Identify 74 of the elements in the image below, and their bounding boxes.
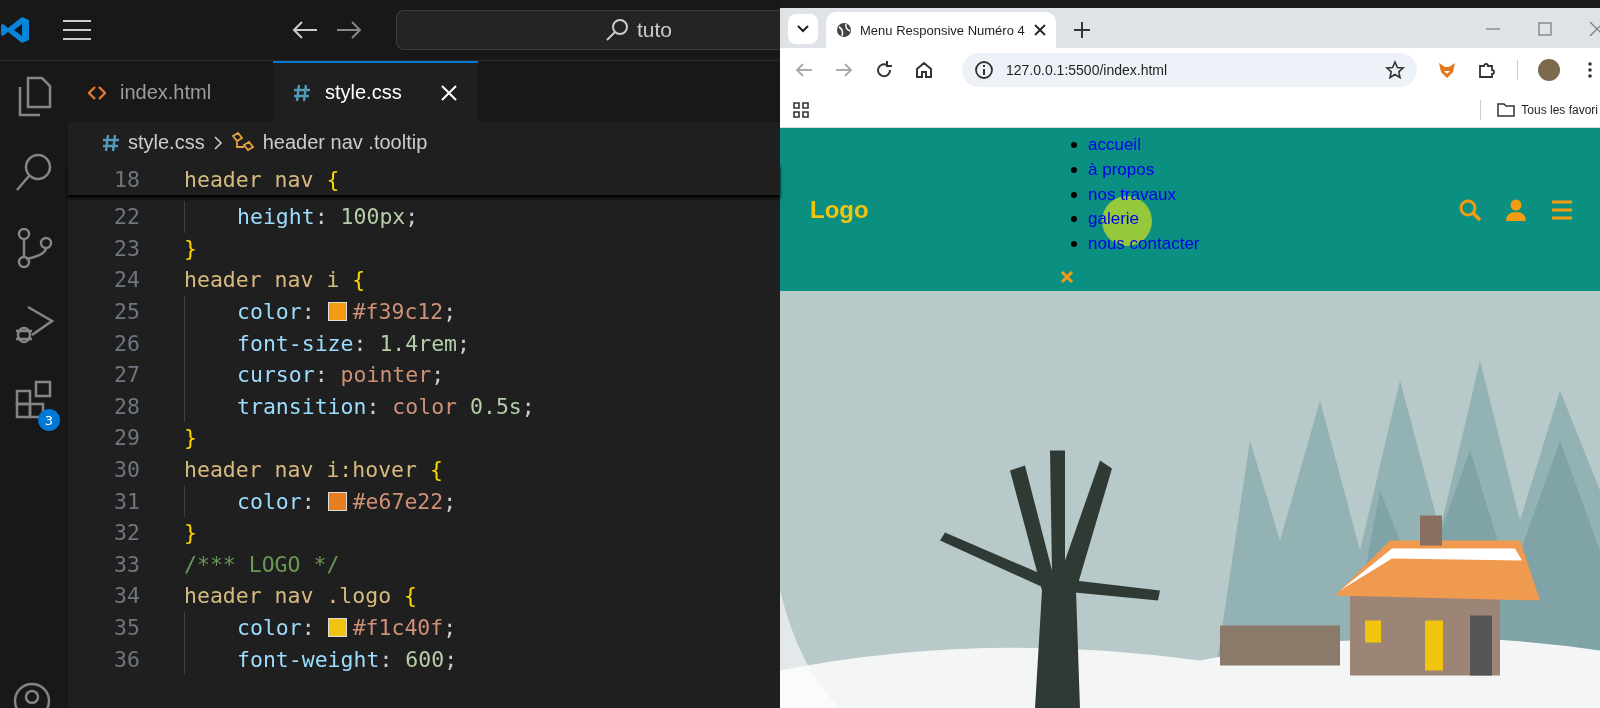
- line-number: 33: [113, 551, 140, 577]
- bullet-icon: [1071, 191, 1077, 198]
- code-line: color: #f39c12;: [237, 299, 457, 325]
- address-bar[interactable]: 127.0.0.1:5500/index.html: [962, 53, 1418, 87]
- home-icon[interactable]: [914, 60, 934, 80]
- breadcrumb-item[interactable]: style.css: [128, 131, 205, 154]
- back-arrow-icon[interactable]: [292, 20, 318, 40]
- code-line: }: [184, 520, 197, 546]
- line-number: 27: [113, 362, 140, 388]
- code-brackets-icon: [88, 84, 106, 101]
- line-number: 35: [113, 615, 140, 640]
- code-line: transition: color 0.5s;: [237, 393, 535, 419]
- line-number: 18: [113, 166, 140, 192]
- code-line: color: #f1c40f;: [237, 615, 457, 640]
- breadcrumb-item[interactable]: header nav .tooltip: [262, 131, 428, 154]
- code-line: cursor: pointer;: [237, 362, 445, 388]
- globe-icon: [836, 22, 852, 38]
- bullet-icon: [1071, 241, 1077, 248]
- line-number: 31: [113, 488, 140, 514]
- color-swatch[interactable]: [327, 491, 347, 511]
- tab-list-button[interactable]: [788, 14, 818, 44]
- code-line: height: 100px;: [237, 204, 419, 230]
- folder-icon: [1497, 101, 1516, 118]
- chevron-icon: [212, 134, 223, 151]
- code-line: header nav {: [184, 166, 340, 192]
- bullet-icon: [1071, 167, 1077, 174]
- search-icon[interactable]: [14, 151, 54, 193]
- editor-tab[interactable]: style.css: [273, 61, 478, 122]
- bullet-icon: [1071, 216, 1077, 223]
- hash-icon: [102, 133, 120, 152]
- code-line: }: [184, 425, 197, 451]
- symbol-icon: [230, 131, 255, 154]
- code-line: header nav .logo {: [184, 583, 417, 609]
- code-line: font-weight: 600;: [237, 646, 458, 672]
- caret-icon: [797, 25, 809, 33]
- puzzle-icon[interactable]: [1477, 60, 1498, 80]
- code-line: color: #e67e22;: [237, 488, 457, 514]
- app-logo-icon[interactable]: [0, 15, 30, 45]
- bookmark-folder[interactable]: Tous les favori: [1497, 101, 1598, 118]
- line-number: 26: [113, 330, 140, 356]
- code-line: header nav i:hover {: [184, 457, 443, 483]
- notification-badge: 3: [38, 409, 60, 431]
- bullet-icon: [1071, 142, 1077, 149]
- search-field[interactable]: tuto: [396, 10, 780, 50]
- line-number: 36: [113, 646, 140, 672]
- line-number: 22: [113, 204, 140, 230]
- profile-avatar[interactable]: [1538, 59, 1560, 81]
- reload-icon[interactable]: [874, 60, 894, 80]
- line-number: 24: [113, 267, 140, 293]
- line-number: 29: [113, 425, 140, 451]
- close-icon[interactable]: [1034, 24, 1046, 36]
- line-number: 25: [113, 299, 140, 325]
- run-debug-icon[interactable]: [14, 303, 54, 345]
- color-swatch[interactable]: [327, 618, 347, 637]
- new-tab-icon[interactable]: [1072, 20, 1092, 40]
- search-icon: [605, 18, 629, 42]
- apps-icon[interactable]: [792, 100, 810, 119]
- star-icon[interactable]: [1385, 60, 1406, 80]
- line-number: 28: [113, 393, 140, 419]
- fox-icon[interactable]: [1437, 60, 1458, 80]
- line-number: 34: [113, 583, 140, 609]
- browser-tab[interactable]: Menu Responsive Numéro 4: [826, 12, 1056, 48]
- info-icon[interactable]: [974, 60, 994, 80]
- line-number: 30: [113, 457, 140, 483]
- code-line: header nav i {: [184, 267, 366, 293]
- hash-icon: [293, 83, 311, 102]
- code-line: }: [184, 235, 197, 261]
- code-line: /*** LOGO */: [184, 551, 340, 577]
- color-swatch[interactable]: [327, 302, 347, 322]
- menu-icon[interactable]: [62, 19, 92, 41]
- code-line: font-size: 1.4rem;: [237, 330, 470, 356]
- line-number: 23: [113, 235, 140, 261]
- line-number: 32: [113, 520, 140, 546]
- forward-arrow-icon[interactable]: [336, 20, 362, 40]
